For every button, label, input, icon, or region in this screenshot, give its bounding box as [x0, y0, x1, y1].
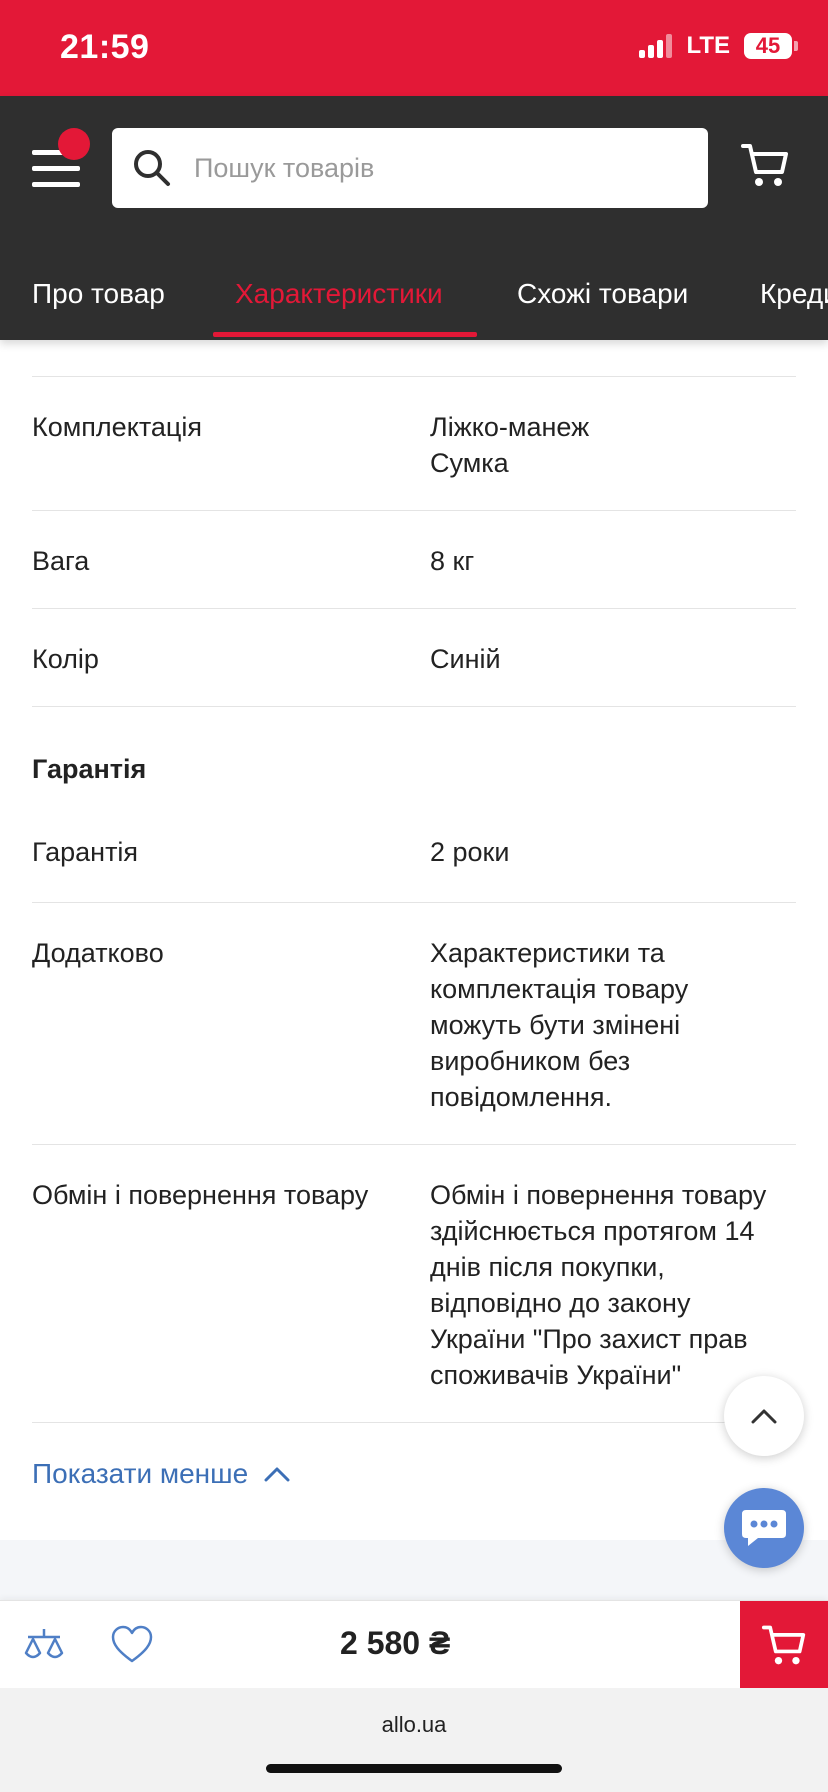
spec-key: Колір [32, 644, 99, 674]
spec-key: Гарантія [32, 837, 139, 867]
site-header: Пошук товарів Про товар Характеристики С… [0, 96, 828, 340]
spec-value-line: Сумка [430, 448, 509, 478]
compare-scales-icon[interactable] [22, 1623, 66, 1667]
spec-row: Обмін і повернення товару Обмін і поверн… [32, 1144, 796, 1423]
product-price: 2 580 ₴ [340, 1625, 451, 1661]
divider [32, 1422, 796, 1423]
tab-similar[interactable]: Схожі товари [517, 268, 688, 340]
section-separator [0, 1540, 828, 1600]
search-icon [134, 150, 170, 186]
spec-group-title: Гарантія [32, 754, 147, 784]
status-time: 21:59 [60, 28, 150, 66]
tab-about[interactable]: Про товар [32, 268, 165, 340]
status-indicators: LTE 45 [639, 32, 798, 60]
show-less-label: Показати менше [32, 1458, 249, 1489]
product-tabs: Про товар Характеристики Схожі товари Кр… [0, 268, 828, 340]
search-placeholder: Пошук товарів [194, 152, 375, 183]
tab-characteristics[interactable]: Характеристики [235, 268, 443, 340]
chevron-up-icon [751, 1409, 777, 1424]
spec-value: 2 роки [430, 837, 510, 867]
bottom-purchase-bar: 2 580 ₴ [0, 1600, 828, 1689]
spec-value-line: України "Про захист прав [430, 1324, 748, 1354]
home-indicator [266, 1764, 562, 1773]
cart-icon [761, 1625, 806, 1665]
status-bar: 21:59 LTE 45 [0, 0, 828, 96]
url-text: allo.ua [381, 1712, 447, 1737]
spec-value: 8 кг [430, 546, 475, 576]
spec-value-line: Ліжко-манеж [430, 412, 590, 442]
spec-value: Обмін і повернення товару здійснюється п… [430, 1177, 796, 1393]
signal-icon [639, 34, 673, 58]
chevron-up-icon [264, 1467, 290, 1482]
search-input[interactable]: Пошук товарів [112, 128, 708, 208]
chat-bubble-icon [742, 1510, 786, 1546]
network-type: LTE [686, 32, 730, 59]
spec-value: Характеристики та комплектація товару мо… [430, 935, 796, 1115]
spec-value-line: здійснюється протягом 14 [430, 1216, 755, 1246]
show-less-link[interactable]: Показати менше [32, 1458, 290, 1490]
divider [32, 706, 796, 707]
spec-key: Додатково [32, 938, 164, 968]
spec-row: Колір Синій [32, 608, 796, 707]
active-tab-indicator [213, 332, 477, 337]
spec-key: Вага [32, 546, 90, 576]
cart-icon[interactable] [740, 140, 790, 190]
spec-value-line: відповідно до закону [430, 1288, 691, 1318]
buy-button[interactable] [740, 1601, 828, 1689]
spec-value-line: повідомлення. [430, 1082, 613, 1112]
spec-value-line: комплектація товару [430, 974, 689, 1004]
spec-key: Комплектація [32, 412, 202, 442]
spec-value: Синій [430, 644, 501, 674]
battery-icon: 45 [744, 33, 798, 59]
browser-url-bar[interactable]: allo.ua [0, 1688, 828, 1792]
spec-value-line: Характеристики та [430, 938, 665, 968]
chat-button[interactable] [724, 1488, 804, 1568]
battery-level: 45 [755, 33, 781, 58]
notification-dot [58, 128, 90, 160]
spec-value: Ліжко-манеж Сумка [430, 409, 796, 481]
spec-value-line: виробником без [430, 1046, 631, 1076]
spec-row: Вага 8 кг [32, 510, 796, 609]
scroll-to-top-button[interactable] [724, 1376, 804, 1456]
spec-key: Обмін і повернення товару [32, 1180, 369, 1210]
tab-credit[interactable]: Кредит [760, 268, 828, 340]
heart-icon[interactable] [110, 1623, 154, 1667]
spec-row: Додатково Характеристики та комплектація… [32, 902, 796, 1145]
spec-value-line: Обмін і повернення товару [430, 1180, 767, 1210]
spec-value-line: можуть бути змінені [430, 1010, 681, 1040]
spec-value-line: днів після покупки, [430, 1252, 665, 1282]
spec-row: Комплектація Ліжко-манеж Сумка [32, 376, 796, 511]
